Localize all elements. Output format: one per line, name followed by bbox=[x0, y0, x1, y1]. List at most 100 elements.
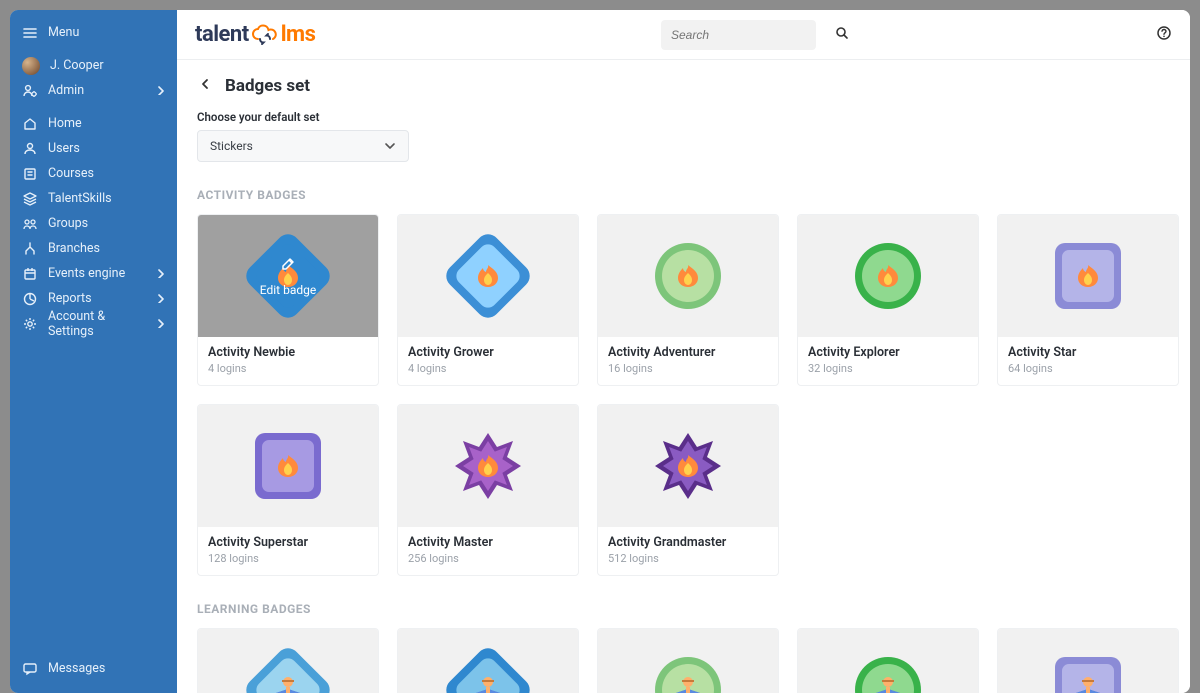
activity-badge-grid: Edit badge Activity Newbie 4 logins Acti… bbox=[197, 214, 1170, 576]
badge-visual bbox=[598, 405, 778, 527]
messages-label: Messages bbox=[48, 661, 163, 676]
badge-visual bbox=[398, 405, 578, 527]
sidebar-messages[interactable]: Messages bbox=[10, 656, 177, 681]
badge-card[interactable]: Activity Explorer 32 logins bbox=[797, 214, 979, 386]
badge-card[interactable]: Edit badge Activity Newbie 4 logins bbox=[197, 214, 379, 386]
user-name: J. Cooper bbox=[50, 58, 163, 73]
menu-toggle[interactable]: Menu bbox=[10, 20, 177, 45]
badge-subtitle: 16 logins bbox=[608, 362, 768, 375]
sidebar-item-reports[interactable]: Reports bbox=[10, 286, 177, 311]
badge-card[interactable]: Activity Grandmaster 512 logins bbox=[597, 404, 779, 576]
layers-icon bbox=[22, 191, 38, 207]
edit-icon[interactable] bbox=[280, 256, 296, 275]
app-window: Menu J. Cooper Admin Home Users Courses … bbox=[10, 10, 1190, 693]
logo-talent: talent bbox=[195, 22, 249, 47]
back-button[interactable] bbox=[197, 76, 213, 96]
badge-visual bbox=[598, 629, 778, 693]
badge-card[interactable]: Activity Star 64 logins bbox=[997, 214, 1179, 386]
logo-lms: lms bbox=[281, 22, 316, 47]
badge-card[interactable]: Activity Adventurer 16 logins bbox=[597, 214, 779, 386]
badge-card[interactable]: Activity Grower 4 logins bbox=[397, 214, 579, 386]
admin-icon bbox=[22, 83, 38, 99]
badge-card[interactable]: Activity Master 256 logins bbox=[397, 404, 579, 576]
chevron-right-icon bbox=[153, 316, 163, 332]
avatar bbox=[22, 57, 40, 75]
badge-subtitle: 512 logins bbox=[608, 552, 768, 565]
badge-visual bbox=[998, 215, 1178, 337]
sidebar-user[interactable]: J. Cooper bbox=[10, 53, 177, 78]
help-icon[interactable] bbox=[1156, 25, 1172, 45]
badge-info: Activity Star 64 logins bbox=[998, 337, 1178, 385]
badge-visual bbox=[798, 215, 978, 337]
user-icon bbox=[22, 141, 38, 157]
sidebar-item-label: Home bbox=[48, 116, 163, 131]
sidebar-item-home[interactable]: Home bbox=[10, 111, 177, 136]
badge-card[interactable] bbox=[797, 628, 979, 693]
search-box[interactable] bbox=[661, 20, 816, 50]
badge-visual bbox=[398, 629, 578, 693]
default-set-label: Choose your default set bbox=[197, 110, 1170, 124]
badge-title: Activity Explorer bbox=[808, 345, 968, 360]
branches-icon bbox=[22, 241, 38, 257]
sidebar-item-label: Courses bbox=[48, 166, 163, 181]
settings-icon bbox=[22, 316, 38, 332]
chevron-right-icon bbox=[153, 291, 163, 307]
menu-label: Menu bbox=[48, 25, 163, 40]
badge-card[interactable]: Activity Superstar 128 logins bbox=[197, 404, 379, 576]
badge-title: Activity Superstar bbox=[208, 535, 368, 550]
sidebar-item-events-engine[interactable]: Events engine bbox=[10, 261, 177, 286]
sidebar-item-users[interactable]: Users bbox=[10, 136, 177, 161]
logo-cloud-icon bbox=[250, 24, 280, 46]
sidebar-item-label: Branches bbox=[48, 241, 163, 256]
sidebar-admin[interactable]: Admin bbox=[10, 78, 177, 103]
badge-card[interactable] bbox=[197, 628, 379, 693]
badge-title: Activity Star bbox=[1008, 345, 1168, 360]
groups-icon bbox=[22, 216, 38, 232]
sidebar-item-label: Events engine bbox=[48, 266, 143, 281]
badge-subtitle: 128 logins bbox=[208, 552, 368, 565]
badge-visual: Edit badge bbox=[198, 215, 378, 337]
messages-icon bbox=[22, 661, 38, 677]
book-icon bbox=[22, 166, 38, 182]
default-set-select[interactable]: Stickers bbox=[197, 130, 409, 162]
chevron-right-icon bbox=[153, 83, 163, 99]
logo[interactable]: talent lms bbox=[195, 22, 315, 47]
reports-icon bbox=[22, 291, 38, 307]
sidebar-item-branches[interactable]: Branches bbox=[10, 236, 177, 261]
sidebar-item-groups[interactable]: Groups bbox=[10, 211, 177, 236]
main: talent lms Badges set Choose your defaul… bbox=[177, 10, 1190, 693]
badge-card[interactable] bbox=[597, 628, 779, 693]
admin-label: Admin bbox=[48, 83, 143, 98]
sidebar-item-label: Users bbox=[48, 141, 163, 156]
sidebar-item-courses[interactable]: Courses bbox=[10, 161, 177, 186]
badge-visual bbox=[598, 215, 778, 337]
sidebar-item-label: Account & Settings bbox=[48, 309, 143, 339]
badge-subtitle: 64 logins bbox=[1008, 362, 1168, 375]
badge-subtitle: 4 logins bbox=[208, 362, 368, 375]
badge-info: Activity Newbie 4 logins bbox=[198, 337, 378, 385]
edit-badge-label[interactable]: Edit badge bbox=[260, 283, 316, 297]
page-header: Badges set bbox=[197, 70, 1170, 110]
badge-card[interactable] bbox=[997, 628, 1179, 693]
badge-info: Activity Explorer 32 logins bbox=[798, 337, 978, 385]
badge-title: Activity Adventurer bbox=[608, 345, 768, 360]
badge-title: Activity Master bbox=[408, 535, 568, 550]
section-learning: LEARNING BADGES bbox=[197, 602, 1170, 616]
search-input[interactable] bbox=[671, 28, 828, 42]
badge-info: Activity Grandmaster 512 logins bbox=[598, 527, 778, 575]
events-icon bbox=[22, 266, 38, 282]
sidebar-item-label: Groups bbox=[48, 216, 163, 231]
badge-info: Activity Adventurer 16 logins bbox=[598, 337, 778, 385]
badge-title: Activity Grandmaster bbox=[608, 535, 768, 550]
sidebar-item-account-settings[interactable]: Account & Settings bbox=[10, 311, 177, 336]
badge-info: Activity Superstar 128 logins bbox=[198, 527, 378, 575]
badge-card[interactable] bbox=[397, 628, 579, 693]
sidebar: Menu J. Cooper Admin Home Users Courses … bbox=[10, 10, 177, 693]
badge-visual bbox=[998, 629, 1178, 693]
sidebar-item-talentskills[interactable]: TalentSkills bbox=[10, 186, 177, 211]
search-icon[interactable] bbox=[834, 25, 849, 44]
badge-visual bbox=[198, 629, 378, 693]
chevron-down-icon bbox=[382, 138, 396, 155]
section-activity: ACTIVITY BADGES bbox=[197, 188, 1170, 202]
badge-info: Activity Master 256 logins bbox=[398, 527, 578, 575]
